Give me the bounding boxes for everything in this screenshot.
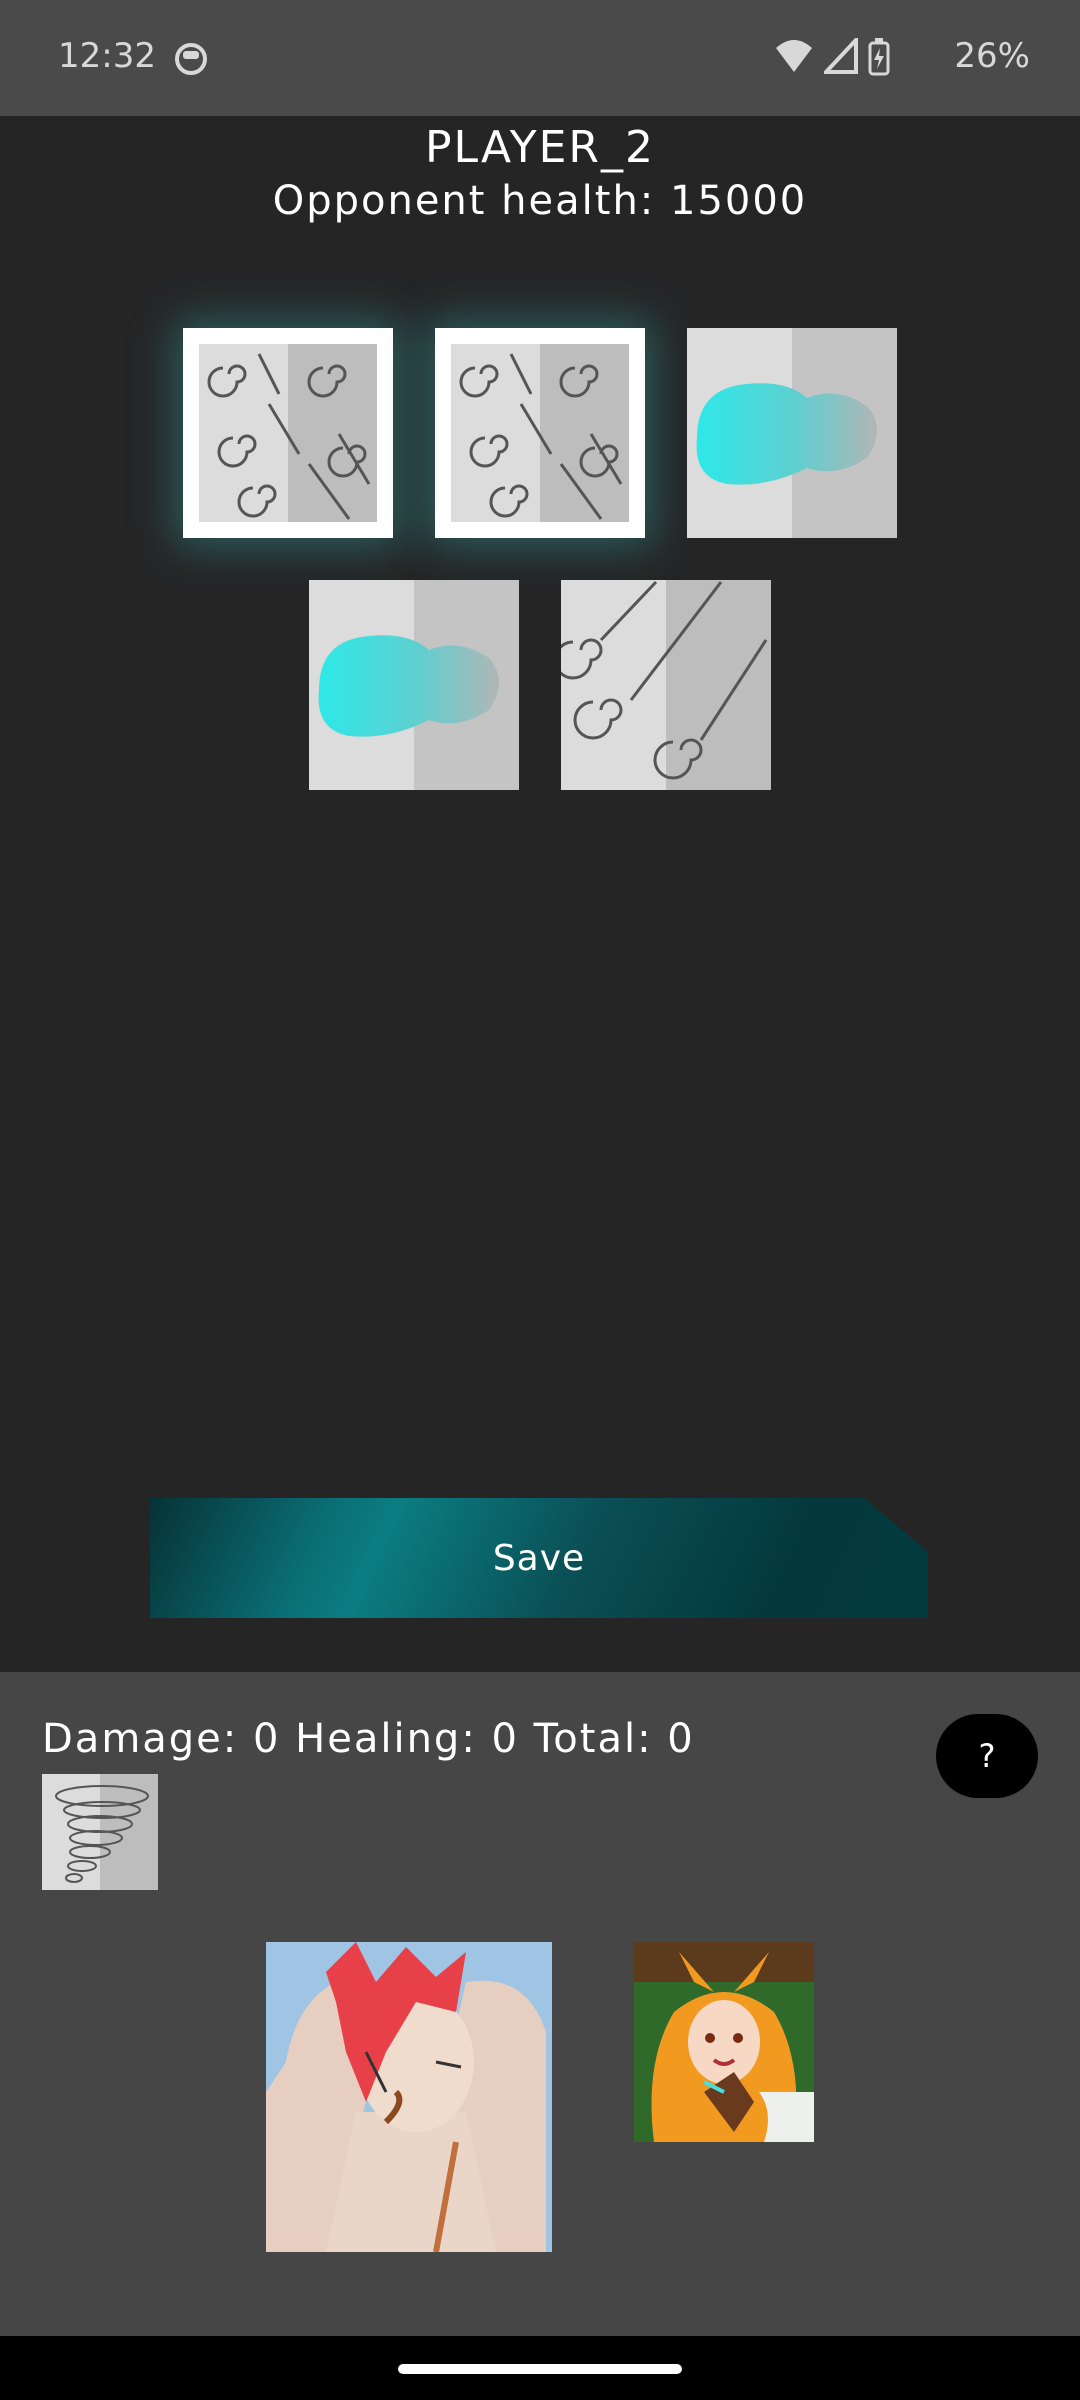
water-card-icon xyxy=(309,580,519,790)
card-water[interactable] xyxy=(687,328,897,538)
character-portrait-redhair[interactable] xyxy=(266,1942,552,2252)
status-time: 12:32 xyxy=(58,36,156,76)
home-gesture-handle[interactable] xyxy=(398,2364,682,2374)
save-button[interactable]: Save xyxy=(150,1498,928,1618)
water-card-icon xyxy=(687,328,897,538)
player-name: PLAYER_2 xyxy=(425,122,655,173)
card-wind[interactable] xyxy=(561,580,771,790)
battery-percentage: 26% xyxy=(954,36,1030,76)
tornado-card-icon[interactable] xyxy=(42,1774,158,1890)
card-water[interactable] xyxy=(309,580,519,790)
damage-healing-total: Damage: 0 Healing: 0 Total: 0 xyxy=(42,1716,695,1762)
bottom-panel: Damage: 0 Healing: 0 Total: 0 ? xyxy=(0,1672,1080,2336)
navigation-bar xyxy=(0,2336,1080,2400)
help-button[interactable]: ? xyxy=(936,1714,1038,1798)
wind-card-icon xyxy=(451,344,629,522)
cellular-signal-icon xyxy=(824,38,858,74)
character-portrait-foxgirl[interactable] xyxy=(634,1942,814,2142)
wifi-icon xyxy=(776,40,812,72)
app-notification-icon xyxy=(175,43,207,75)
status-bar: 12:32 26% xyxy=(0,0,1080,116)
opponent-health: Opponent health: 15000 xyxy=(272,178,808,224)
card-wind-selected[interactable] xyxy=(183,328,393,538)
battery-icon xyxy=(868,38,890,76)
wind-card-icon xyxy=(561,580,771,790)
card-wind-selected[interactable] xyxy=(435,328,645,538)
wind-card-icon xyxy=(199,344,377,522)
save-button-label: Save xyxy=(492,1538,586,1579)
